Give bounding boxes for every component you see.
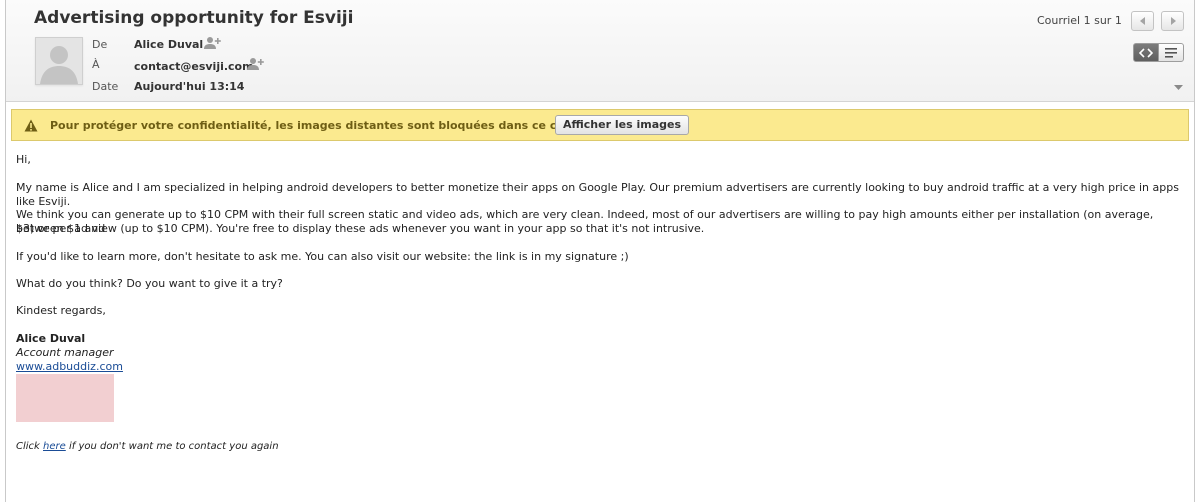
unsubscribe-line: Click here if you don't want me to conta…	[16, 441, 279, 452]
paragraph-3: If you'd like to learn more, don't hesit…	[16, 250, 629, 263]
remote-images-warning: Pour protéger votre confidentialité, les…	[11, 109, 1189, 141]
add-contact-icon[interactable]	[247, 57, 265, 71]
signature-title: Account manager	[16, 346, 114, 359]
next-message-button[interactable]	[1161, 11, 1184, 31]
previous-message-button[interactable]	[1131, 11, 1154, 31]
to-label: À	[92, 58, 100, 71]
signature-website-link[interactable]: www.adbuddiz.com	[16, 360, 123, 373]
blocked-signature-image	[16, 374, 114, 422]
warning-text: Pour protéger votre confidentialité, les…	[50, 119, 602, 132]
closing: Kindest regards,	[16, 304, 106, 317]
warning-icon	[24, 119, 38, 132]
add-contact-icon[interactable]	[204, 36, 222, 50]
message-subject: Advertising opportunity for Esviji	[34, 8, 354, 28]
to-value[interactable]: contact@esviji.com	[134, 60, 254, 73]
raw-source-view-button[interactable]	[1133, 43, 1159, 62]
sender-avatar	[35, 37, 83, 85]
date-value: Aujourd'hui 13:14	[134, 80, 245, 93]
footer-prefix: Click	[16, 441, 44, 452]
paragraph-1: My name is Alice and I am specialized in…	[16, 181, 1179, 208]
signature-website-row: www.adbuddiz.com	[16, 360, 1186, 374]
prev-arrow-icon	[1139, 17, 1145, 25]
footer-suffix: if you don't want me to contact you agai…	[65, 441, 279, 452]
from-value[interactable]: Alice Duval	[134, 38, 203, 51]
paragraph-4: What do you think? Do you want to give i…	[16, 277, 283, 290]
message-header: Advertising opportunity for Esviji De Al…	[6, 0, 1194, 102]
greeting: Hi,	[16, 153, 31, 166]
message-counter: Courriel 1 sur 1	[1037, 14, 1122, 27]
text-view-icon	[1165, 47, 1177, 58]
avatar-placeholder-icon	[36, 38, 82, 84]
signature-name: Alice Duval	[16, 332, 86, 345]
date-label: Date	[92, 80, 119, 93]
text-view-button[interactable]	[1158, 43, 1184, 62]
message-viewer: Advertising opportunity for Esviji De Al…	[5, 0, 1195, 502]
from-label: De	[92, 38, 108, 51]
raw-source-icon	[1139, 47, 1153, 58]
expand-arrow-icon[interactable]	[1174, 84, 1183, 91]
next-arrow-icon	[1170, 17, 1176, 25]
unsubscribe-link[interactable]: here	[43, 441, 66, 452]
show-images-button[interactable]: Afficher les images	[555, 115, 689, 135]
paragraph-2-line-2: $3) or per ad view (up to $10 CPM). You'…	[16, 222, 705, 235]
